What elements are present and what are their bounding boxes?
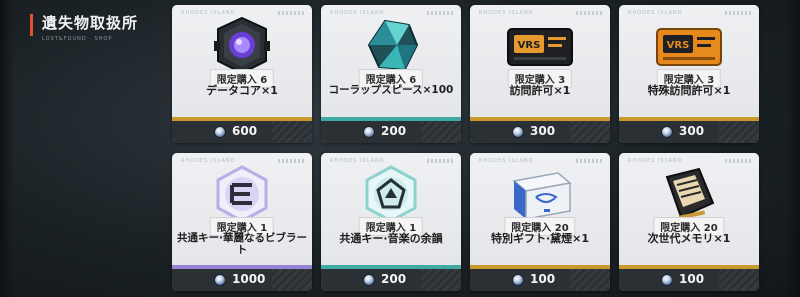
shop-item-card-crystal[interactable]: RHODES ISLAND 限定購入 6 コーラップスピース×100 200 (321, 5, 461, 143)
currency-coin-icon (661, 126, 673, 138)
price-value: 200 (381, 124, 407, 138)
item-name: 共通キー·音楽の余韻 (339, 232, 443, 245)
price-bar-decor (719, 121, 759, 143)
page-title: 遺失物取扱所 (42, 14, 139, 32)
price-bar-decor (719, 269, 759, 291)
card-face: RHODES ISLAND 限定購入 1 共通キー·華麗なるビブラート (172, 153, 312, 265)
currency-coin-icon (512, 126, 524, 138)
price-value: 1000 (232, 272, 266, 286)
price-value: 300 (679, 124, 705, 138)
price-bar-decor (570, 121, 610, 143)
card-face: RHODES ISLAND VRS 限定購入 3 特殊訪問許可×1 (619, 5, 759, 117)
title-accent-bar (30, 14, 33, 36)
item-name: 特殊訪問許可×1 (647, 84, 731, 97)
card-face: RHODES ISLAND 限定購入 6 コーラップスピース×100 (321, 5, 461, 117)
shop-item-card-key-afterglow[interactable]: RHODES ISLAND 限定購入 1 共通キー·音楽の余韻 200 (321, 153, 461, 291)
gift-box-icon (512, 172, 572, 220)
currency-coin-icon (214, 274, 226, 286)
shop-item-card-visit-pass[interactable]: RHODES ISLAND VRS 限定購入 3 訪問許可×1 300 (470, 5, 610, 143)
price-bar-decor (570, 269, 610, 291)
price-value: 600 (232, 124, 258, 138)
key-emblem-icon (216, 165, 268, 223)
price-bar: 600 (172, 121, 312, 143)
crystal-shard-icon (367, 19, 419, 71)
price-bar-decor (272, 121, 312, 143)
data-core-icon (214, 16, 270, 75)
svg-text:VRS: VRS (667, 40, 690, 51)
price-value: 100 (679, 272, 705, 286)
svg-text:VRS: VRS (518, 40, 541, 51)
currency-coin-icon (512, 274, 524, 286)
key-crest-icon (365, 165, 417, 223)
left-shadow (0, 0, 14, 297)
item-name: データコア×1 (206, 84, 278, 97)
price-value: 200 (381, 272, 407, 286)
page-subtitle: LOST&FOUND · SHOP (42, 36, 113, 42)
price-value: 100 (530, 272, 556, 286)
shop-item-card-special-pass[interactable]: RHODES ISLAND VRS 限定購入 3 特殊訪問許可×1 300 (619, 5, 759, 143)
price-bar: 300 (470, 121, 610, 143)
card-face: RHODES ISLAND 限定購入 20 次世代メモリ×1 (619, 153, 759, 265)
item-name: コーラップスピース×100 (328, 84, 454, 96)
price-bar-decor (272, 269, 312, 291)
currency-coin-icon (661, 274, 673, 286)
price-bar: 200 (321, 269, 461, 291)
shop-item-card-memory[interactable]: RHODES ISLAND 限定購入 20 次世代メモリ×1 100 (619, 153, 759, 291)
item-name: 共通キー·華麗なるビブラート (177, 232, 307, 256)
price-bar-decor (421, 269, 461, 291)
special-pass-icon: VRS (656, 28, 722, 66)
price-bar: 100 (619, 269, 759, 291)
item-name: 次世代メモリ×1 (647, 232, 731, 245)
item-name: 訪問許可×1 (509, 84, 571, 97)
shop-item-card-gift[interactable]: RHODES ISLAND 限定購入 20 特別ギフト·黛煙×1 100 (470, 153, 610, 291)
card-face: RHODES ISLAND 限定購入 6 データコア×1 (172, 5, 312, 117)
price-bar: 1000 (172, 269, 312, 291)
card-face: RHODES ISLAND 限定購入 20 特別ギフト·黛煙×1 (470, 153, 610, 265)
price-value: 300 (530, 124, 556, 138)
currency-coin-icon (363, 274, 375, 286)
currency-coin-icon (363, 126, 375, 138)
right-shadow (786, 0, 800, 297)
card-face: RHODES ISLAND VRS 限定購入 3 訪問許可×1 (470, 5, 610, 117)
item-name: 特別ギフト·黛煙×1 (490, 232, 590, 245)
visit-pass-icon: VRS (507, 28, 573, 66)
card-face: RHODES ISLAND 限定購入 1 共通キー·音楽の余韻 (321, 153, 461, 265)
price-bar-decor (421, 121, 461, 143)
currency-coin-icon (214, 126, 226, 138)
price-bar: 300 (619, 121, 759, 143)
price-bar: 100 (470, 269, 610, 291)
shop-item-card-data-core[interactable]: RHODES ISLAND 限定購入 6 データコア×1 600 (172, 5, 312, 143)
price-bar: 200 (321, 121, 461, 143)
memory-chip-icon (665, 167, 715, 220)
shop-item-card-key-vibrato[interactable]: RHODES ISLAND 限定購入 1 共通キー·華麗なるビブラート 1000 (172, 153, 312, 291)
